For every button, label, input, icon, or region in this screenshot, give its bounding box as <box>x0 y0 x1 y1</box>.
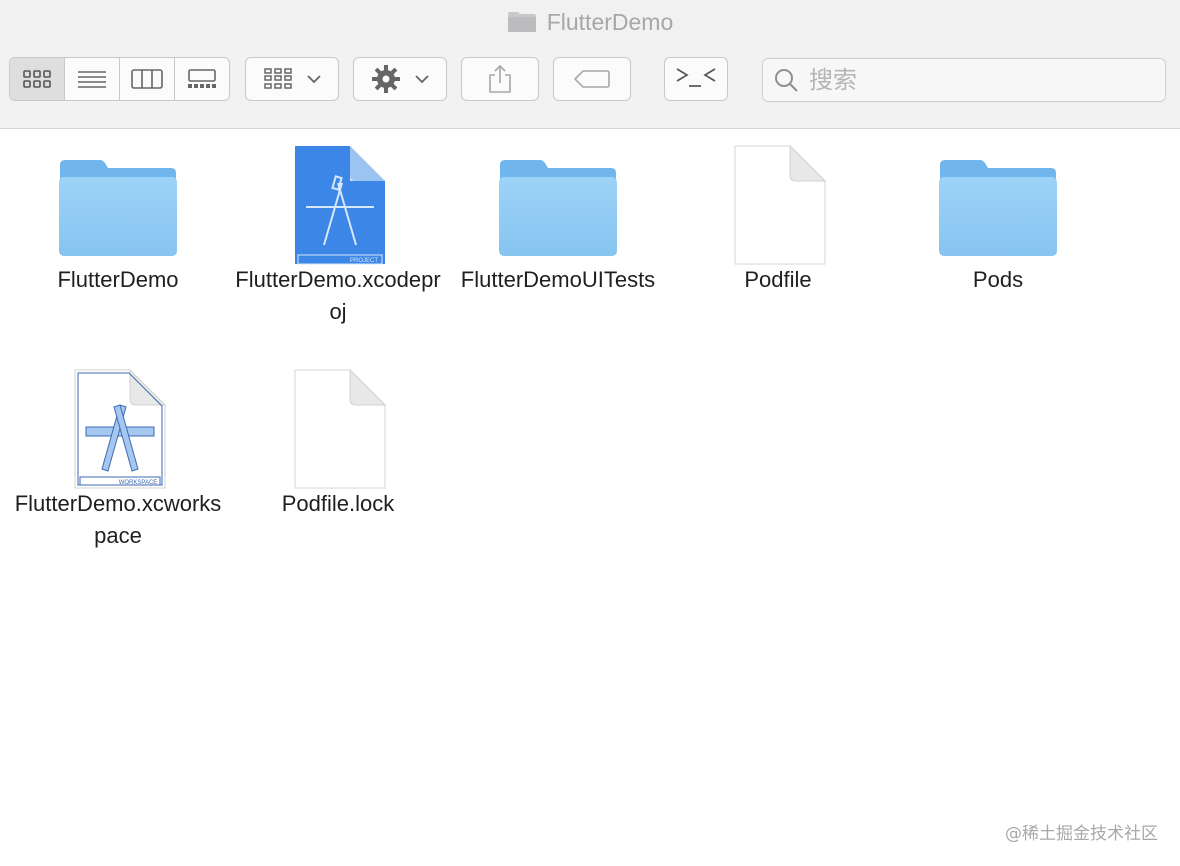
gear-icon <box>372 65 400 93</box>
action-button[interactable] <box>353 57 447 101</box>
file-grid: FlutterDemo PROJECT FlutterDemo.xcodepro… <box>0 129 1180 866</box>
share-button[interactable] <box>461 57 539 101</box>
xcode-workspace-icon: WORKSPACE <box>74 369 166 489</box>
file-item[interactable]: Pods <box>888 129 1108 296</box>
file-item[interactable]: FlutterDemoUITests <box>448 129 668 296</box>
file-item[interactable]: PROJECT FlutterDemo.xcodeproj <box>228 129 448 328</box>
icon-view-icon <box>23 70 51 88</box>
file-name: FlutterDemo <box>57 267 179 292</box>
column-view-button[interactable] <box>120 58 175 100</box>
open-terminal-button[interactable] <box>664 57 728 101</box>
file-item[interactable]: FlutterDemo <box>8 129 228 296</box>
list-view-icon <box>78 71 106 88</box>
document-icon <box>294 369 386 489</box>
window-title: FlutterDemo <box>546 8 674 35</box>
file-item[interactable]: Podfile.lock <box>228 353 448 520</box>
group-by-button[interactable] <box>245 57 339 101</box>
gallery-view-button[interactable] <box>175 58 229 100</box>
group-by-icon <box>264 68 292 89</box>
search-icon <box>775 69 798 92</box>
file-name: Pods <box>972 267 1024 292</box>
gallery-view-icon <box>188 69 216 88</box>
file-name: FlutterDemoUITests <box>460 267 656 292</box>
search-input[interactable] <box>807 65 1151 95</box>
file-item[interactable]: Podfile <box>668 129 888 296</box>
window-title-bar: FlutterDemo <box>0 6 1180 38</box>
folder-icon <box>939 160 1057 256</box>
xcode-project-icon: PROJECT <box>295 146 385 265</box>
column-view-icon <box>131 69 163 89</box>
folder-icon <box>507 11 537 33</box>
search-field[interactable] <box>762 58 1166 102</box>
list-view-button[interactable] <box>65 58 120 100</box>
chevron-down-icon <box>307 75 321 84</box>
file-name: Podfile <box>744 267 812 292</box>
watermark: @稀土掘金技术社区 <box>1005 824 1158 844</box>
view-mode-control <box>9 57 230 101</box>
document-icon <box>734 145 826 265</box>
file-item[interactable]: WORKSPACE FlutterDemo.xcworkspace <box>8 353 228 552</box>
file-name: Podfile.lock <box>281 491 395 516</box>
tag-icon <box>574 70 610 88</box>
tag-button[interactable] <box>553 57 631 101</box>
file-name: FlutterDemo.xcodeproj <box>235 267 441 324</box>
folder-icon <box>499 160 617 256</box>
chevron-down-icon <box>415 75 429 84</box>
terminal-icon <box>676 68 716 87</box>
project-badge: PROJECT <box>350 258 378 264</box>
file-name: FlutterDemo.xcworkspace <box>14 491 222 548</box>
folder-icon <box>59 160 177 256</box>
share-icon <box>489 64 511 93</box>
icon-view-button[interactable] <box>10 58 65 100</box>
workspace-badge: WORKSPACE <box>119 480 158 486</box>
finder-toolbar: FlutterDemo <box>0 0 1180 129</box>
